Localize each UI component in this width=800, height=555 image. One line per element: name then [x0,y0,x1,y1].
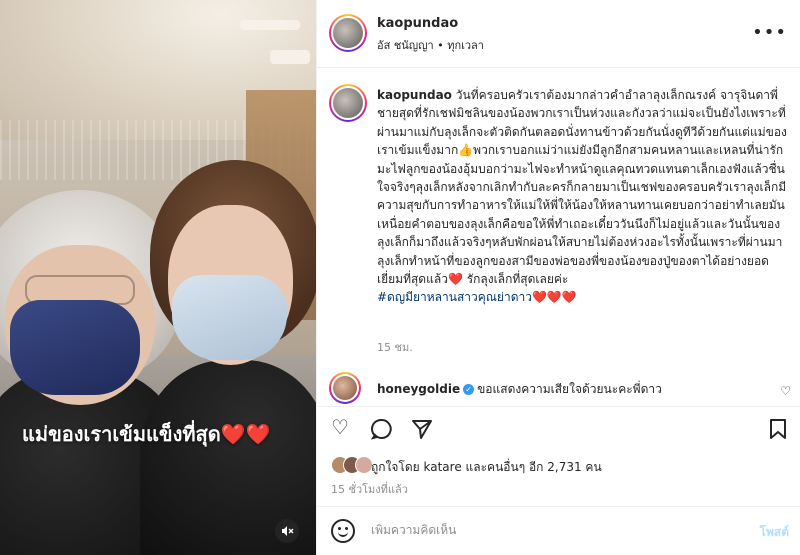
comment-like-icon[interactable]: ♡ [780,384,791,398]
more-options-icon[interactable]: ••• [752,22,787,43]
ceiling-light [240,20,300,30]
post-side-panel: kaopundao อัส ชนัญญา • ทุกเวลา ••• kaopu… [316,0,800,555]
heart-emoji: ❤️❤️❤️ [531,290,577,305]
post-photo[interactable]: แม่ของเราเข้มแข็งที่สุด❤️❤️ [0,0,316,555]
emoji-icon[interactable] [331,519,355,543]
photo-caption: แม่ของเราเข้มแข็งที่สุด❤️❤️ [22,418,271,450]
caption-avatar[interactable] [329,84,367,122]
caption-body-2: พวกเราบอกแม่ว่าแม่ยังมีลูกอีกสามคนหลานแล… [377,143,787,287]
caption-body-3: รักลุงเล็กที่สุดเลยค่ะ [462,272,569,287]
caption-time: 15 ชม. [377,341,413,354]
share-icon[interactable] [411,418,433,440]
post-time: 15 ชั่วโมงที่แล้ว [331,483,408,496]
heart-emoji: ❤️ [447,272,463,287]
speaker-muted-icon [282,526,294,536]
hashtag-link[interactable]: #ดญมียาหลานสาวคุณย่าดาว [377,290,532,304]
photo-caption-text: แม่ของเราเข้มแข็งที่สุด [22,422,221,446]
heart-emoji: ❤️❤️ [220,422,271,446]
navy-face-mask [10,300,140,395]
save-icon[interactable] [769,418,787,440]
verified-badge-icon: ✓ [463,384,475,395]
comment-row: honeygoldie ✓ ขอแสดงความเสียใจด้วยนะคะพี่ด… [317,370,800,406]
thumbs-up-emoji: 👍 [458,143,474,158]
light-blue-face-mask [172,275,287,360]
mute-button[interactable] [275,519,299,543]
caption-text: kaopundao วันที่ครอบครัวเราต้องมากล่าวคำ… [377,86,787,307]
likes-row: ถูกใจโดย katare และคนอื่นๆ อีก 2,731 คน [331,456,791,476]
ceiling-light [270,50,310,64]
comment-username[interactable]: honeygoldie [377,382,460,396]
action-bar: ♡ [317,406,800,450]
comment-icon[interactable] [371,418,393,440]
likes-text[interactable]: ถูกใจโดย katare และคนอื่นๆ อีก 2,731 คน [371,458,602,477]
comment-text: ขอแสดงความเสียใจด้วยนะคะพี่ดาว [477,382,662,396]
like-icon[interactable]: ♡ [331,417,349,437]
add-comment-bar: โพสต์ [317,506,800,555]
avatar[interactable] [329,14,367,52]
header-subtitle: อัส ชนัญญา • ทุกเวลา [377,39,484,52]
post-header: kaopundao อัส ชนัญญา • ทุกเวลา ••• [317,0,800,68]
header-username[interactable]: kaopundao [377,16,458,31]
liker-avatars [331,456,375,476]
commenter-avatar[interactable] [329,372,361,404]
caption-username[interactable]: kaopundao [377,88,452,102]
comment-text-line: honeygoldie ✓ ขอแสดงความเสียใจด้วยนะคะพี่ด… [377,380,662,399]
post-button[interactable]: โพสต์ [760,523,789,542]
caption-area: kaopundao วันที่ครอบครัวเราต้องมากล่าวคำ… [317,68,800,398]
comment-input[interactable] [371,523,731,537]
